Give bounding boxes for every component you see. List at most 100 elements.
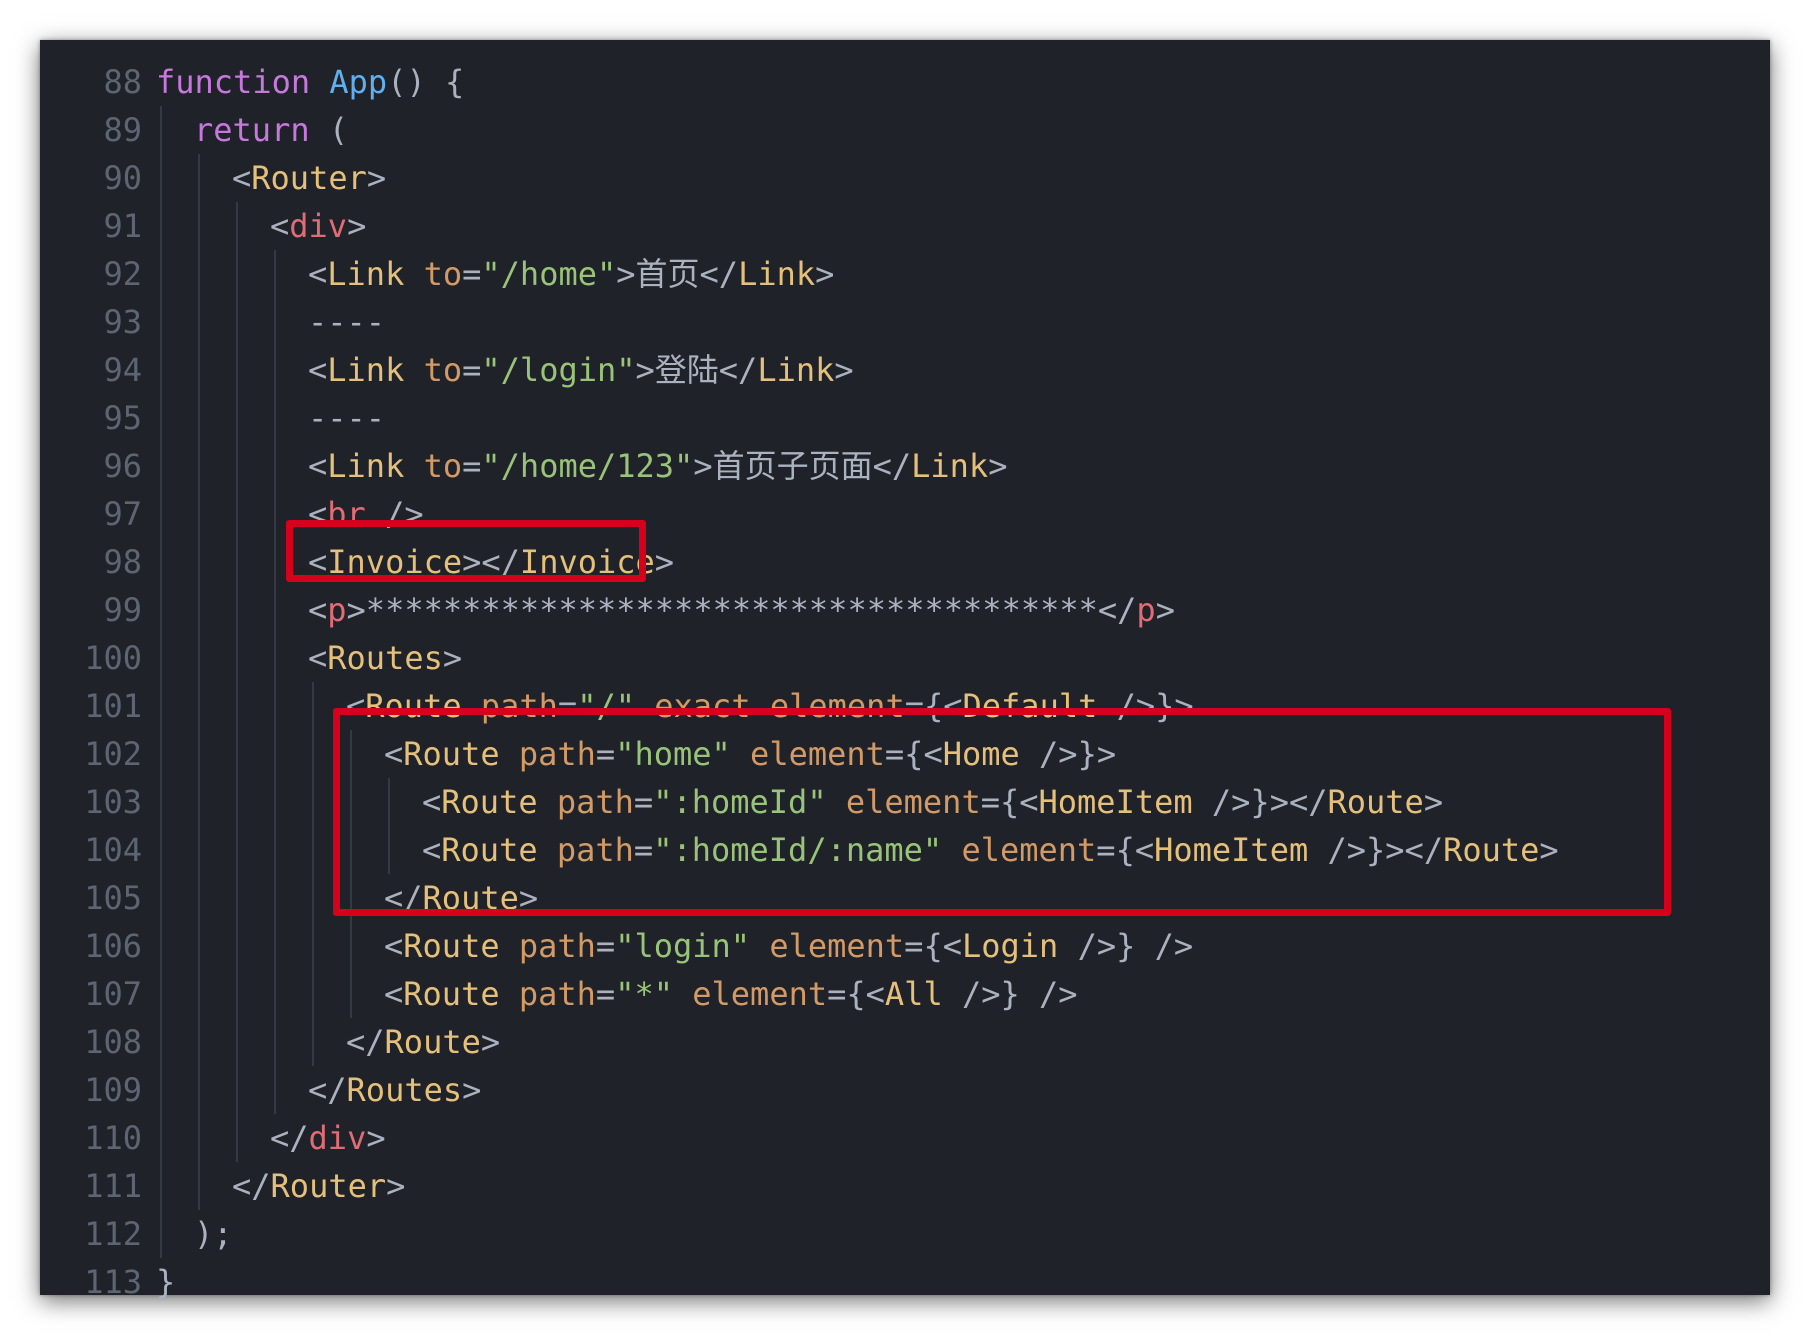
code-token: <	[308, 351, 328, 389]
code-token: ={<	[904, 927, 962, 965]
line-number: 94	[103, 351, 142, 389]
code-token: =	[462, 447, 482, 485]
indent-guide	[198, 1066, 200, 1114]
code-token: Link	[757, 351, 835, 389]
code-line: 107 <Route path="*" element={<All />} />	[40, 970, 1770, 1018]
indent-guide	[160, 874, 162, 922]
indent-guide	[274, 394, 276, 442]
indent-guide	[160, 922, 162, 970]
code-token: >	[815, 255, 835, 293]
code-token: Link	[327, 351, 405, 389]
code-line: 109 </Routes>	[40, 1066, 1770, 1114]
indent-guide	[236, 730, 238, 778]
line-number: 88	[103, 63, 142, 101]
indent-guide	[236, 634, 238, 682]
line-number: 111	[84, 1167, 142, 1205]
code-text[interactable]: ----	[308, 298, 385, 346]
code-token: element	[769, 927, 905, 965]
code-token: "*"	[615, 975, 673, 1013]
code-text[interactable]: <Router>	[232, 154, 386, 202]
code-token: </	[270, 1119, 309, 1157]
indent-guide	[160, 1066, 162, 1114]
code-text[interactable]: ----	[308, 394, 385, 442]
indent-guide	[236, 442, 238, 490]
code-line: 110 </div>	[40, 1114, 1770, 1162]
code-token: Link	[327, 255, 405, 293]
line-number: 93	[103, 303, 142, 341]
code-text[interactable]: </Routes>	[308, 1066, 481, 1114]
indent-guide	[160, 346, 162, 394]
code-text[interactable]: </Router>	[232, 1162, 405, 1210]
indent-guide	[274, 298, 276, 346]
code-token: <	[308, 591, 328, 629]
code-text[interactable]: <Routes>	[308, 634, 462, 682]
code-text[interactable]: </Route>	[346, 1018, 500, 1066]
line-number: 103	[84, 783, 142, 821]
code-token: ----	[308, 303, 386, 341]
indent-guide	[198, 1114, 200, 1162]
code-token: >	[1155, 591, 1175, 629]
code-token: Link	[738, 255, 816, 293]
indent-guide	[198, 730, 200, 778]
indent-guide	[274, 730, 276, 778]
code-token: div	[308, 1119, 367, 1157]
code-line: 90 <Router>	[40, 154, 1770, 202]
code-lines: 88 function App() {89 return (90 <Router> 91…	[40, 58, 1770, 1306]
indent-guide	[198, 634, 200, 682]
code-text[interactable]: <Link to="/home/123">首页子页面</Link>	[308, 442, 1007, 490]
code-token: />} />	[1058, 927, 1194, 965]
code-text[interactable]: <Route path="login" element={<Login />} …	[384, 922, 1193, 970]
code-token: ={<	[827, 975, 885, 1013]
code-text[interactable]: </div>	[270, 1114, 386, 1162]
code-text[interactable]: <Route path="*" element={<All />} />	[384, 970, 1078, 1018]
home-routes-highlight-box	[333, 708, 1671, 916]
indent-guide	[274, 778, 276, 826]
code-token: Routes	[346, 1071, 463, 1109]
indent-guide	[312, 682, 314, 730]
code-token: =	[595, 927, 616, 965]
line-number: 92	[103, 255, 142, 293]
code-line: 88 function App() {	[40, 58, 1770, 106]
indent-guide	[236, 298, 238, 346]
code-text[interactable]: <p>*************************************…	[308, 586, 1175, 634]
code-token: >登陆</	[635, 351, 758, 389]
indent-guide	[236, 490, 238, 538]
code-token: >	[480, 1023, 501, 1061]
code-text[interactable]: function App() {	[156, 58, 464, 106]
line-number: 98	[103, 543, 142, 581]
indent-guide	[350, 970, 352, 1018]
code-text[interactable]: <div>	[270, 202, 366, 250]
code-token: =	[462, 351, 482, 389]
code-text[interactable]: <Link to="/login">登陆</Link>	[308, 346, 854, 394]
indent-guide	[160, 1018, 162, 1066]
indent-guide	[160, 730, 162, 778]
indent-guide	[198, 346, 200, 394]
indent-guide	[274, 634, 276, 682]
code-text[interactable]: <Link to="/home">首页</Link>	[308, 250, 834, 298]
indent-guide	[198, 394, 200, 442]
line-number: 113	[84, 1263, 142, 1301]
indent-guide	[198, 154, 200, 202]
code-text[interactable]: }	[156, 1258, 175, 1306]
code-token: =	[462, 255, 482, 293]
indent-guide	[236, 1114, 238, 1162]
indent-guide	[274, 1018, 276, 1066]
code-token: >	[386, 1167, 406, 1205]
line-number: 96	[103, 447, 142, 485]
indent-guide	[274, 250, 276, 298]
code-text[interactable]: );	[194, 1210, 233, 1258]
code-token: "/home/123"	[481, 447, 694, 485]
code-token: App	[329, 63, 388, 101]
code-token: }	[156, 1263, 176, 1301]
line-number: 105	[84, 879, 142, 917]
indent-guide	[160, 586, 162, 634]
code-token: <	[308, 639, 328, 677]
indent-guide	[274, 1066, 276, 1114]
indent-guide	[198, 922, 200, 970]
indent-guide	[160, 154, 162, 202]
code-text[interactable]: return (	[194, 106, 348, 154]
code-token: (	[309, 111, 349, 149]
line-number: 90	[103, 159, 142, 197]
indent-guide	[160, 250, 162, 298]
